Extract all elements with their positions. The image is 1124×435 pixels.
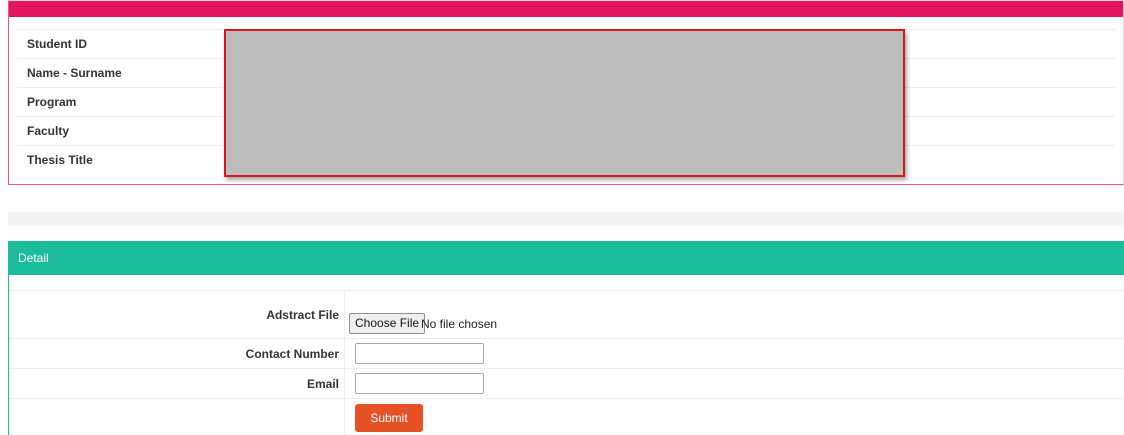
student-info-panel: Student ID Name - Surname Program Facult… <box>8 0 1124 185</box>
redacted-values-box <box>224 29 905 177</box>
email-input[interactable] <box>355 373 484 394</box>
choose-file-button[interactable]: Choose File <box>349 313 426 334</box>
section-separator <box>8 212 1124 226</box>
detail-title: Detail <box>18 251 49 265</box>
program-label: Program <box>27 95 77 109</box>
student-id-label: Student ID <box>27 37 87 51</box>
student-info-header <box>9 1 1123 17</box>
submit-button[interactable]: Submit <box>355 404 423 432</box>
form-row-submit: Submit <box>9 398 1124 435</box>
thesis-title-label: Thesis Title <box>27 153 93 167</box>
email-label: Email <box>306 377 339 391</box>
detail-header: Detail <box>9 241 1124 275</box>
email-label-cell: Email <box>9 369 345 398</box>
faculty-label: Faculty <box>27 124 70 138</box>
form-row-contact-number: Contact Number <box>9 338 1124 368</box>
contact-number-label: Contact Number <box>245 347 339 361</box>
form-row-email: Email <box>9 368 1124 398</box>
detail-panel: Detail Adstract File Choose File No file… <box>8 241 1124 435</box>
name-surname-label: Name - Surname <box>27 66 122 80</box>
submit-label-cell <box>9 399 345 435</box>
contact-number-label-cell: Contact Number <box>9 339 345 368</box>
abstract-file-label: Adstract File <box>266 308 339 322</box>
form-row-abstract-file: Adstract File Choose File No file chosen <box>9 290 1124 338</box>
abstract-file-label-cell: Adstract File <box>9 291 345 338</box>
contact-number-input[interactable] <box>355 343 484 364</box>
file-status-text: No file chosen <box>421 317 498 331</box>
